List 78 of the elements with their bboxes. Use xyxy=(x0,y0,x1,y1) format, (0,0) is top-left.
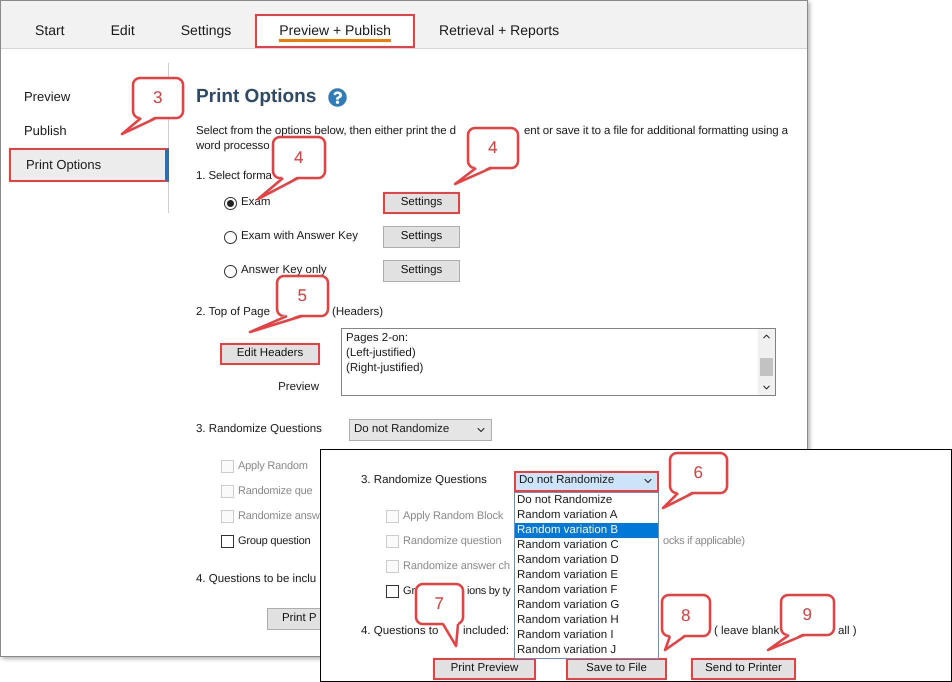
callout-bubble xyxy=(120,76,185,136)
section-heading: 3. Randomize Questions xyxy=(196,422,323,438)
callout-number: 8 xyxy=(681,606,690,624)
section-heading: 1. Select forma xyxy=(196,169,272,184)
callout-number: 4 xyxy=(488,139,498,156)
callout-number: 4 xyxy=(294,148,304,166)
header-preview-line: (Right-justified) xyxy=(346,361,424,376)
button[interactable]: Settings xyxy=(383,192,460,214)
callout-number: 5 xyxy=(298,287,307,304)
sidebar-item[interactable]: Preview xyxy=(9,80,74,114)
checkbox-label: Apply Random xyxy=(238,458,308,474)
checkbox[interactable] xyxy=(221,534,234,548)
tab[interactable]: Edit xyxy=(88,14,157,48)
button[interactable]: Print P xyxy=(267,608,320,630)
section-heading: 3. Randomize Questions xyxy=(361,473,488,488)
checkbox-label: Gr xyxy=(403,584,416,599)
checkbox-label: Apply Random Block xyxy=(403,508,504,524)
button[interactable]: Print Preview xyxy=(433,658,536,680)
section-heading: all ) xyxy=(838,624,857,639)
radio-button[interactable] xyxy=(224,230,237,244)
checkbox-label: Randomize answer ch xyxy=(403,558,510,574)
button[interactable]: Edit Headers xyxy=(220,343,320,365)
radio-label: Exam xyxy=(241,195,270,210)
checkbox-label: Group question xyxy=(238,534,310,549)
button[interactable]: Settings xyxy=(383,260,460,282)
tab[interactable]: Preview + Publish xyxy=(255,14,415,48)
dropdown-option[interactable]: Do not Randomize xyxy=(515,493,658,508)
checkbox-label: Randomize answ xyxy=(238,508,320,524)
tab[interactable]: Retrieval + Reports xyxy=(416,14,582,48)
checkbox[interactable] xyxy=(386,584,399,598)
dropdown-option[interactable]: Random variation A xyxy=(515,508,658,523)
dropdown-option[interactable]: Random variation E xyxy=(515,568,658,583)
button[interactable]: Save to File xyxy=(566,658,667,680)
tab[interactable]: Settings xyxy=(158,14,254,48)
radio-label: Answer Key only xyxy=(241,263,327,278)
header-preview-line: (Left-justified) xyxy=(346,346,417,361)
help-icon[interactable] xyxy=(328,88,348,106)
dropdown-option[interactable]: Random variation D xyxy=(515,553,658,568)
page-title: Print Options xyxy=(196,84,316,109)
callout-number: 3 xyxy=(153,89,162,106)
section-heading: 4. Questions to be inclu xyxy=(196,572,316,588)
checkbox-label: ions by ty xyxy=(467,584,510,599)
dropdown-option[interactable]: Random variation B xyxy=(515,523,658,538)
tab[interactable]: Start xyxy=(13,14,87,48)
dropdown-option[interactable]: Random variation G xyxy=(515,598,658,613)
sidebar-item[interactable]: Print Options xyxy=(9,148,169,182)
radio-button[interactable] xyxy=(224,196,237,210)
callout-number: 7 xyxy=(434,595,444,612)
description-text: ent or save it to a file for additional formatting using a xyxy=(524,124,788,139)
checkbox-label: ocks if applicable) xyxy=(663,534,745,549)
checkbox-label: Randomize que xyxy=(238,484,312,499)
dropdown-option[interactable]: Random variation H xyxy=(515,613,658,628)
callout-number: 6 xyxy=(694,464,703,481)
preview-label: Preview xyxy=(278,380,319,395)
dropdown-option[interactable]: Random variation I xyxy=(515,628,658,643)
radio-label: Exam with Answer Key xyxy=(241,229,358,244)
section-heading: 2. Top of Page xyxy=(196,305,270,320)
checkbox-label: Randomize question xyxy=(403,534,502,549)
button[interactable]: Send to Printer xyxy=(691,658,796,680)
callout-number: 9 xyxy=(802,606,812,623)
header-preview-line: Pages 2-on: xyxy=(346,331,410,346)
dropdown-option[interactable]: Random variation J xyxy=(515,643,658,658)
scroll-thumb[interactable] xyxy=(760,358,773,376)
description-text: word processo xyxy=(196,140,270,152)
callout-bubble xyxy=(660,593,712,652)
button[interactable]: Settings xyxy=(383,226,460,248)
sidebar-item[interactable]: Publish xyxy=(9,114,71,148)
section-heading: ( leave blank xyxy=(714,624,780,639)
section-heading: (Headers) xyxy=(332,305,384,320)
radio-button[interactable] xyxy=(224,264,237,278)
dropdown-option[interactable]: Random variation C xyxy=(515,538,658,553)
section-heading: included: xyxy=(463,624,510,639)
description-text: Select from the options below, then either print the d xyxy=(196,125,456,137)
dropdown[interactable]: Do not Randomize xyxy=(349,419,492,441)
dropdown-option[interactable]: Random variation F xyxy=(515,583,658,598)
section-heading: 4. Questions to xyxy=(361,624,438,639)
dropdown[interactable]: Do not Randomize xyxy=(514,470,659,492)
scrollbar[interactable] xyxy=(758,329,775,395)
